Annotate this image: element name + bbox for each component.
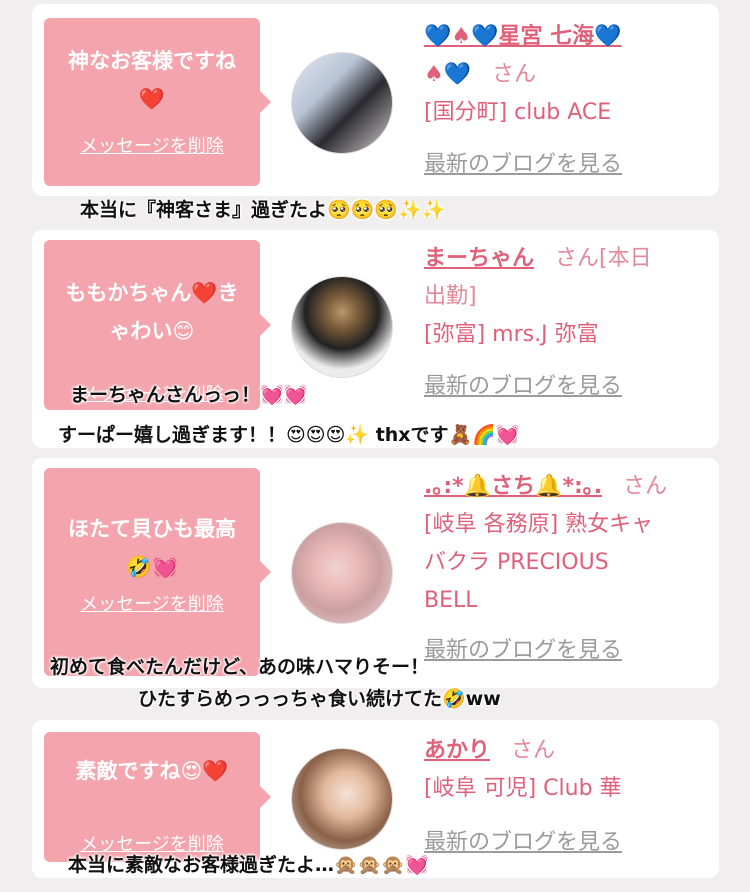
- honorific: さん: [492, 62, 537, 87]
- overlay-caption: 本当に『神客さま』過ぎたよ🥺🥺🥺✨✨: [80, 199, 446, 221]
- message-card: 神なお客様ですね ❤️ メッセージを削除 💙♠💙星宮 七海💙 ♠💙 さん [国分…: [32, 4, 719, 196]
- message-bubble: 神なお客様ですね ❤️ メッセージを削除: [44, 18, 271, 186]
- cast-name-link[interactable]: ♠💙: [424, 62, 471, 87]
- latest-blog-link[interactable]: 最新のブログを見る: [424, 374, 622, 399]
- cast-name-link[interactable]: まーちゃん: [424, 246, 534, 271]
- message-text: 神なお客様ですね: [68, 49, 236, 73]
- honorific: さん: [623, 474, 668, 499]
- overlay-caption: まーちゃんさんっっ！💓💓: [70, 384, 308, 406]
- message-bubble: 素敵ですね😍❤️ メッセージを削除: [44, 732, 271, 862]
- shop-name: BELL: [424, 588, 478, 613]
- latest-blog-link[interactable]: 最新のブログを見る: [424, 638, 622, 663]
- honorific: さん[本日: [555, 246, 652, 271]
- shop-name: バクラ PRECIOUS: [424, 550, 609, 575]
- latest-blog-link[interactable]: 最新のブログを見る: [424, 152, 622, 177]
- message-text: ゃわい😊: [109, 319, 195, 343]
- cast-info: まーちゃん さん[本日 出勤] [弥富] mrs.J 弥富 最新のブログを見る: [424, 240, 714, 406]
- honorific: さん: [511, 738, 556, 763]
- overlay-caption: 本当に素敵なお客様過ぎたよ…🙊🙊🙊💓: [68, 854, 429, 876]
- message-text: ももかちゃん❤️き: [65, 281, 239, 305]
- message-text: 素敵ですね😍❤️: [75, 759, 229, 783]
- delete-message-link[interactable]: メッセージを削除: [44, 132, 260, 158]
- cast-info: .｡:*🔔さち🔔*:｡. さん [岐阜 各務原] 熟女キャ バクラ PRECIO…: [424, 468, 714, 670]
- cast-name-link[interactable]: 💙♠💙星宮 七海💙: [424, 24, 622, 49]
- shop-name: [弥富] mrs.J 弥富: [424, 322, 599, 347]
- cast-name-link[interactable]: あかり: [424, 738, 490, 763]
- latest-blog-link[interactable]: 最新のブログを見る: [424, 830, 622, 855]
- shop-name: [国分町] club ACE: [424, 100, 612, 125]
- avatar[interactable]: [291, 276, 393, 378]
- overlay-caption: すーぱー嬉し過ぎます！！😍😍😍✨ thxです🧸🌈💓: [58, 424, 520, 446]
- message-text: ほたて貝ひも最高: [68, 517, 236, 541]
- cast-name-link[interactable]: .｡:*🔔さち🔔*:｡.: [424, 474, 602, 499]
- avatar[interactable]: [291, 522, 393, 624]
- message-text: 🤣💓: [125, 555, 179, 579]
- honorific: 出勤]: [424, 284, 477, 309]
- shop-name: [岐阜 各務原] 熟女キャ: [424, 512, 654, 537]
- message-bubble: ほたて貝ひも最高 🤣💓 メッセージを削除: [44, 468, 271, 676]
- message-text: ❤️: [138, 87, 166, 111]
- overlay-caption: 初めて食べたんだけど、あの味ハマりそー！: [50, 656, 430, 678]
- avatar[interactable]: [291, 748, 393, 850]
- overlay-caption: ひたすらめっっっちゃ食い続けてた🤣ww: [138, 688, 501, 710]
- delete-message-link[interactable]: メッセージを削除: [44, 590, 260, 616]
- cast-info: 💙♠💙星宮 七海💙 ♠💙 さん [国分町] club ACE 最新のブログを見る: [424, 18, 714, 184]
- avatar[interactable]: [291, 52, 393, 154]
- shop-name: [岐阜 可児] Club 華: [424, 776, 622, 801]
- message-card: ももかちゃん❤️き ゃわい😊 メッセージを削除 まーちゃん さん[本日 出勤] …: [32, 230, 719, 448]
- cast-info: あかり さん [岐阜 可児] Club 華 最新のブログを見る: [424, 732, 714, 862]
